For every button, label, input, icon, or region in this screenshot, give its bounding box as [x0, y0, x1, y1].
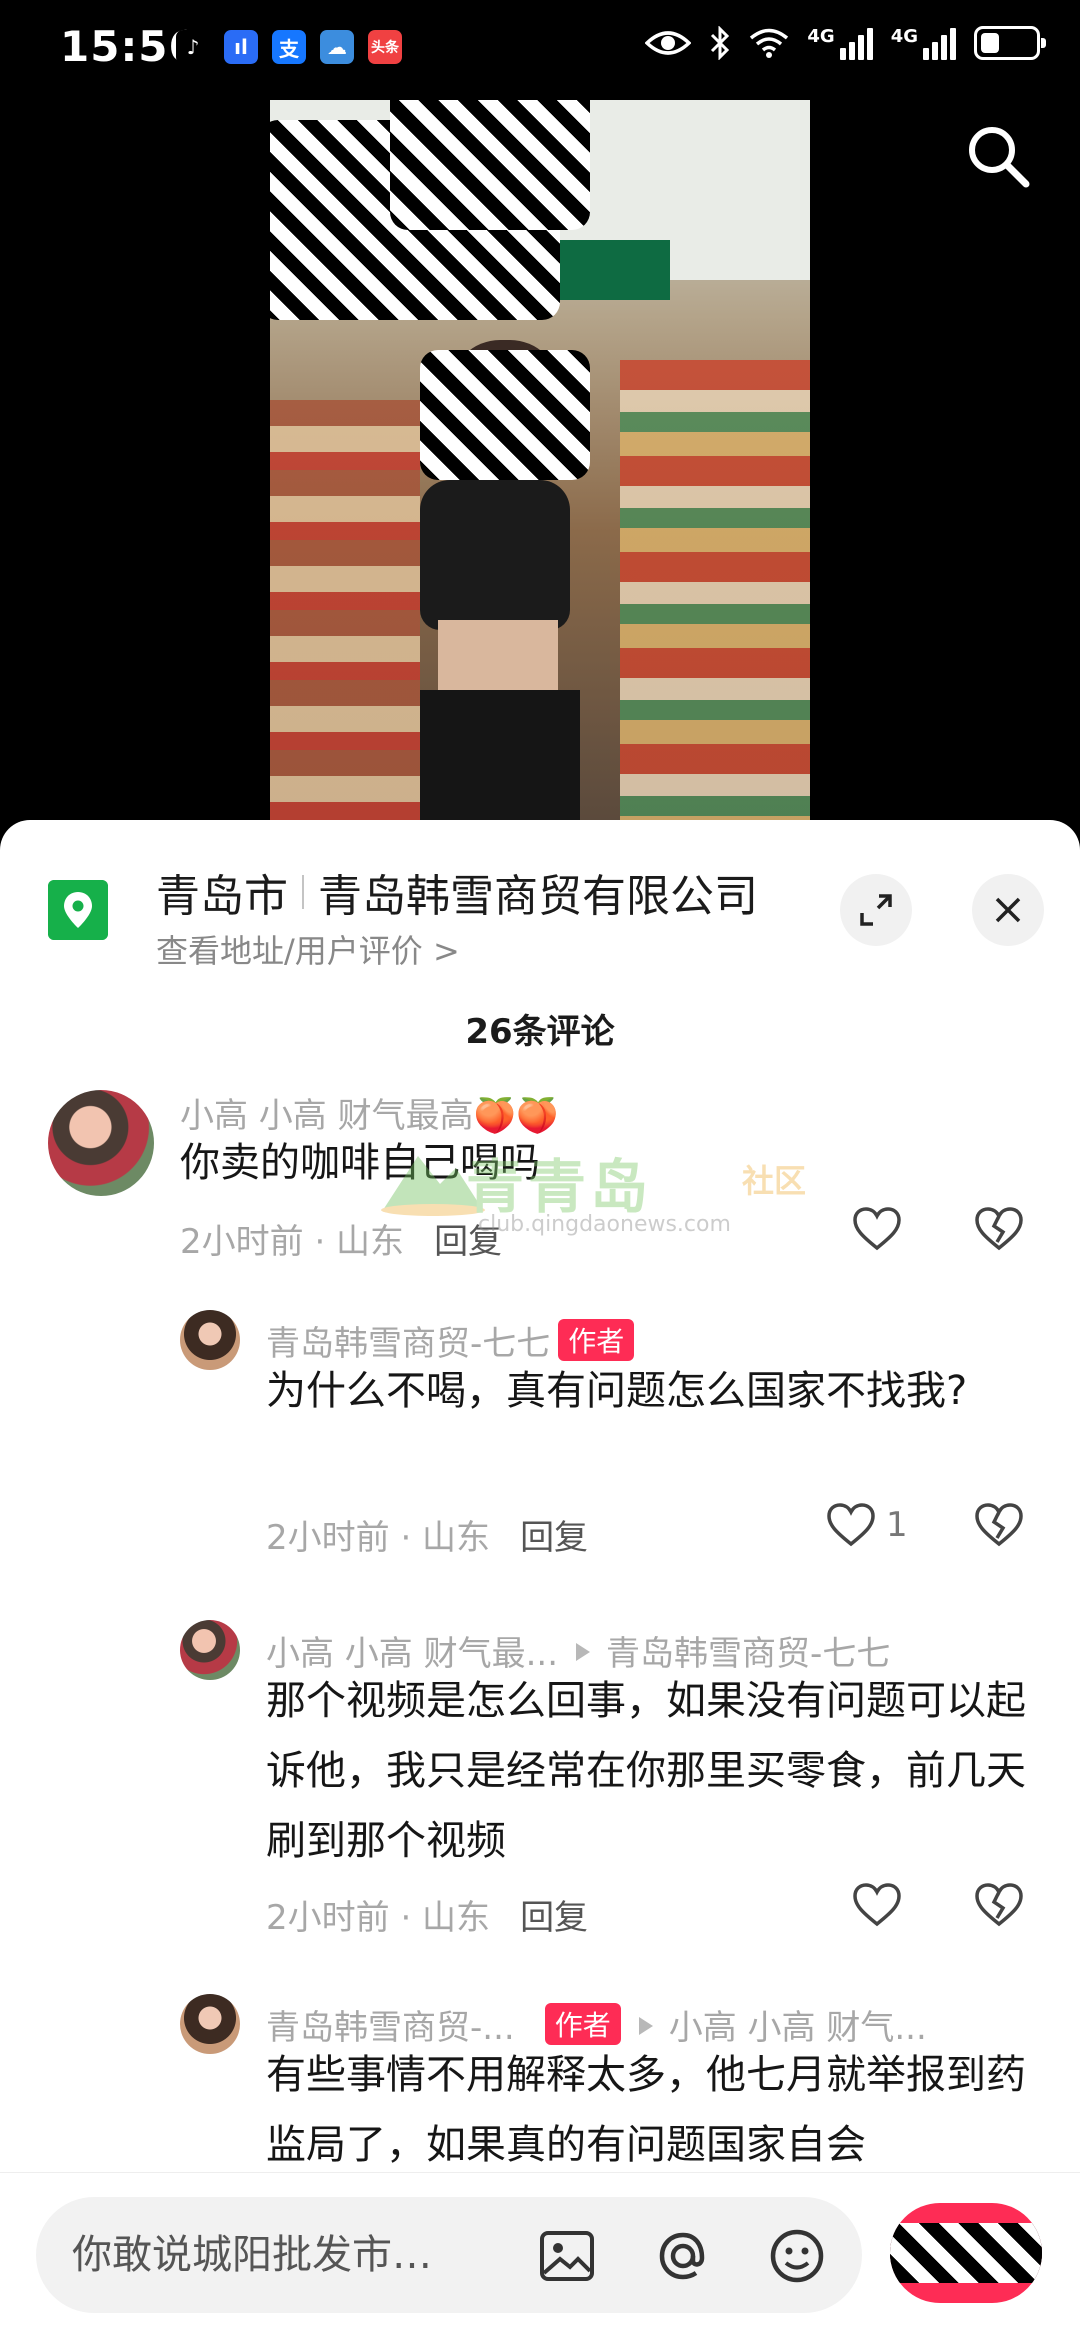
toutiao-icon: 头条 [368, 30, 402, 64]
comment-count: 26条评论 [465, 1012, 615, 1052]
broken-heart-icon [975, 1503, 1023, 1547]
status-notification-icons: ♪ ıl 支 ☁ 头条 [176, 30, 402, 64]
comment-meta: 2小时前 · 山东 回复 [266, 1890, 588, 1939]
video-person-waist [438, 620, 558, 700]
author-badge: 作者 [558, 1319, 635, 1361]
comment-time: 2小时前 · 山东 [266, 1898, 491, 1938]
status-bar: 15:56 ♪ ıl 支 ☁ 头条 4G 4G [0, 0, 1080, 100]
author-badge: 作者 [544, 2003, 621, 2045]
like-button[interactable]: 1 [826, 1502, 908, 1548]
comment-reply-item: 小高 小高 财气最... 青岛韩雪商贸-七七 那个视频是怎么回事，如果没有问题可以… [0, 1620, 1080, 1938]
like-button[interactable] [852, 1206, 902, 1252]
expand-icon [860, 894, 892, 926]
location-subtitle-link[interactable]: 查看地址/用户评价 > [156, 926, 460, 972]
broken-heart-icon [975, 1883, 1023, 1927]
avatar[interactable] [180, 1620, 240, 1680]
emoji-icon[interactable] [766, 2225, 828, 2287]
close-button[interactable] [972, 874, 1044, 946]
tiktok-icon: ♪ [176, 30, 210, 64]
close-icon [995, 897, 1021, 923]
location-company: 青岛韩雪商贸有限公司 [318, 871, 758, 922]
expand-button[interactable] [840, 874, 912, 946]
privacy-mosaic-face [420, 350, 590, 480]
video-person-pants [420, 690, 580, 820]
mention-icon[interactable] [652, 2225, 714, 2287]
privacy-mosaic [890, 2223, 1042, 2283]
location-card[interactable]: 青岛市 青岛韩雪商贸有限公司 查看地址/用户评价 > [0, 820, 1080, 990]
location-title: 青岛市 青岛韩雪商贸有限公司 [156, 860, 758, 924]
dislike-button[interactable] [974, 1502, 1024, 1548]
comment-time: 2小时前 · 山东 [266, 1518, 491, 1558]
comment-time: 2小时前 · 山东 [180, 1222, 405, 1262]
reply-button[interactable]: 回复 [434, 1222, 502, 1262]
cellular-signal-1-icon: 4G [807, 26, 873, 60]
reply-arrow-icon [576, 1643, 591, 1661]
bluetooth-icon [711, 26, 730, 60]
video-shelf-left [270, 400, 420, 820]
reply-button[interactable]: 回复 [520, 1898, 588, 1938]
comment-item: 小高 小高 财气最高🍑🍑 你卖的咖啡自己喝吗 2小时前 · 山东 回复 [0, 1080, 1080, 1270]
avatar[interactable] [48, 1090, 154, 1196]
eye-icon [645, 31, 692, 55]
comment-text: 你卖的咖啡自己喝吗 [180, 1140, 540, 1186]
wifi-icon [750, 28, 789, 58]
dislike-button[interactable] [974, 1882, 1024, 1928]
video-person-top [420, 480, 570, 630]
video-player[interactable] [270, 100, 810, 820]
comment-input[interactable] [72, 2225, 502, 2285]
avatar[interactable] [180, 1310, 240, 1370]
comment-input-bar [0, 2172, 1080, 2340]
comment-meta: 2小时前 · 山东 回复 [180, 1214, 502, 1263]
heart-icon [853, 1207, 901, 1251]
search-icon[interactable] [962, 120, 1034, 192]
battery-level [981, 33, 1000, 53]
screen: 15:56 ♪ ıl 支 ☁ 头条 4G 4G 青岛市 青岛韩雪商贸有限公司 查… [0, 0, 1080, 2340]
battery-icon [974, 26, 1046, 60]
comment-text: 有些事情不用解释太多，他七月就举报到药监局了，如果真的有问题国家自会 [266, 2052, 1026, 2168]
video-shelf-right [620, 360, 810, 820]
send-button[interactable] [890, 2203, 1042, 2303]
heart-icon [827, 1503, 875, 1547]
comment-meta: 2小时前 · 山东 回复 [266, 1510, 588, 1559]
location-city: 青岛市 [156, 871, 288, 922]
title-separator [302, 875, 304, 909]
alipay-icon: 支 [272, 30, 306, 64]
status-system-icons: 4G 4G [645, 26, 1046, 60]
privacy-mosaic [390, 100, 590, 230]
reply-arrow-icon [638, 2017, 653, 2035]
location-pin-icon [48, 880, 108, 940]
comment-reply-item: 青岛韩雪商贸-... 作者 小高 小高 财气... 有些事情不用解释太多，他七月就举… [0, 1994, 1080, 2194]
voice-app-icon: ıl [224, 30, 258, 64]
comment-text: 那个视频是怎么回事，如果没有问题可以起诉他，我只是经常在你那里买零食，前几天刷到… [266, 1678, 1026, 1864]
weather-icon: ☁ [320, 30, 354, 64]
like-count: 1 [886, 1505, 908, 1545]
comments-sheet: 青岛市 青岛韩雪商贸有限公司 查看地址/用户评价 > 26条评论 小高 小高 财… [0, 820, 1080, 2340]
cellular-signal-2-icon: 4G [891, 26, 956, 60]
dislike-button[interactable] [974, 1206, 1024, 1252]
avatar[interactable] [180, 1994, 240, 2054]
reply-button[interactable]: 回复 [520, 1518, 588, 1558]
image-picker-icon[interactable] [536, 2225, 598, 2287]
comment-text: 为什么不喝，真有问题怎么国家不找我? [266, 1368, 968, 1414]
broken-heart-icon [975, 1207, 1023, 1251]
like-button[interactable] [852, 1882, 902, 1928]
comment-reply-item: 青岛韩雪商贸-七七 作者 为什么不喝，真有问题怎么国家不找我? 2小时前 · 山东… [0, 1310, 1080, 1558]
comment-input-container[interactable] [36, 2197, 862, 2313]
heart-icon [853, 1883, 901, 1927]
